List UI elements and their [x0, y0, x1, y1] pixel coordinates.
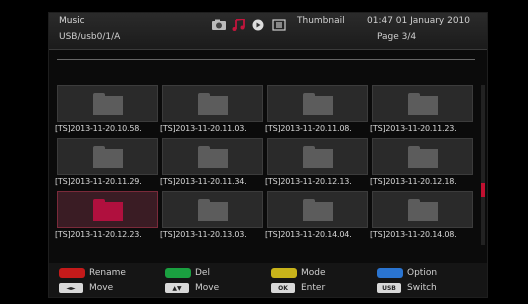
folder-icon: [408, 146, 438, 168]
rename-label: Rename: [89, 268, 126, 278]
music-icon[interactable]: [231, 16, 247, 31]
folder-icon: [303, 146, 333, 168]
scrollbar[interactable]: [481, 85, 485, 245]
usb-key-icon: USB: [377, 283, 401, 293]
folder-icon: [303, 93, 333, 115]
view-mode-label[interactable]: Thumbnail: [297, 16, 345, 26]
folder-label: [TS]2013-11-20.10.58.: [55, 124, 142, 133]
folder-thumbnail[interactable]: [372, 85, 473, 122]
delete-hint[interactable]: Del: [165, 266, 210, 280]
folder-thumbnail[interactable]: [267, 138, 368, 175]
move-ud-hint[interactable]: ▲▼ Move: [165, 281, 219, 295]
left-right-arrows-icon: ◄►: [59, 283, 83, 293]
folder-thumbnail[interactable]: [372, 191, 473, 228]
folder-label: [TS]2013-11-20.11.23.: [370, 124, 457, 133]
header-divider: [57, 59, 475, 60]
folder-thumbnail[interactable]: [372, 138, 473, 175]
option-hint[interactable]: Option: [377, 266, 437, 280]
media-browser-screen: Music Thumbnail 01:47 01 January 2010 US…: [48, 12, 488, 298]
media-type-icons: [211, 15, 291, 31]
folder-icon: [93, 146, 123, 168]
photo-icon[interactable]: [211, 16, 227, 30]
switch-label: Switch: [407, 283, 437, 293]
folder-icon: [408, 93, 438, 115]
page-indicator: Page 3/4: [377, 32, 417, 42]
folder-thumbnail[interactable]: [162, 191, 263, 228]
play-icon[interactable]: [251, 16, 267, 31]
folder-icon: [93, 93, 123, 115]
enter-label: Enter: [301, 283, 326, 293]
scrollbar-thumb[interactable]: [481, 183, 485, 197]
clock: 01:47 01 January 2010: [367, 16, 470, 26]
folder-thumbnail[interactable]: [57, 138, 158, 175]
folder-label: [TS]2013-11-20.11.34.: [160, 177, 247, 186]
folder-thumbnail[interactable]: [267, 191, 368, 228]
breadcrumb-path: USB/usb0/1/A: [59, 32, 121, 42]
folder-thumbnail[interactable]: [162, 85, 263, 122]
mode-label: Mode: [301, 268, 326, 278]
folder-label: [TS]2013-11-20.12.18.: [370, 177, 457, 186]
folder-label: [TS]2013-11-20.11.03.: [160, 124, 247, 133]
blue-key-icon: [377, 268, 403, 278]
folder-thumbnail[interactable]: [162, 138, 263, 175]
folder-label: [TS]2013-11-20.11.08.: [265, 124, 352, 133]
red-key-icon: [59, 268, 85, 278]
folder-label: [TS]2013-11-20.14.04.: [265, 230, 352, 239]
app-title: Music: [59, 16, 85, 26]
folder-label: [TS]2013-11-20.14.08.: [370, 230, 457, 239]
folder-icon: [93, 199, 123, 221]
folder-icon: [198, 146, 228, 168]
up-down-arrows-icon: ▲▼: [165, 283, 189, 293]
move-lr-label: Move: [89, 283, 114, 293]
move-ud-label: Move: [195, 283, 220, 293]
folder-icon: [198, 93, 228, 115]
folder-thumbnail[interactable]: [267, 85, 368, 122]
yellow-key-icon: [271, 268, 297, 278]
switch-hint[interactable]: USB Switch: [377, 281, 437, 295]
footer-bar: Rename Del Mode Option ◄► Move ▲▼ Move O…: [49, 263, 487, 297]
ok-key-icon: OK: [271, 283, 295, 293]
folder-thumbnail[interactable]: [57, 85, 158, 122]
header-bar: Music Thumbnail 01:47 01 January 2010 US…: [49, 13, 487, 50]
folder-label: [TS]2013-11-20.11.29.: [55, 177, 142, 186]
move-lr-hint[interactable]: ◄► Move: [59, 281, 113, 295]
folder-label: [TS]2013-11-20.13.03.: [160, 230, 247, 239]
green-key-icon: [165, 268, 191, 278]
folder-icon: [198, 199, 228, 221]
enter-hint[interactable]: OK Enter: [271, 281, 325, 295]
folder-icon: [408, 199, 438, 221]
video-icon[interactable]: [271, 16, 287, 31]
mode-hint[interactable]: Mode: [271, 266, 326, 280]
folder-thumbnail[interactable]: [57, 191, 158, 228]
delete-label: Del: [195, 268, 210, 278]
folder-label: [TS]2013-11-20.12.23.: [55, 230, 142, 239]
option-label: Option: [407, 268, 438, 278]
rename-hint[interactable]: Rename: [59, 266, 126, 280]
folder-icon: [303, 199, 333, 221]
folder-label: [TS]2013-11-20.12.13.: [265, 177, 352, 186]
